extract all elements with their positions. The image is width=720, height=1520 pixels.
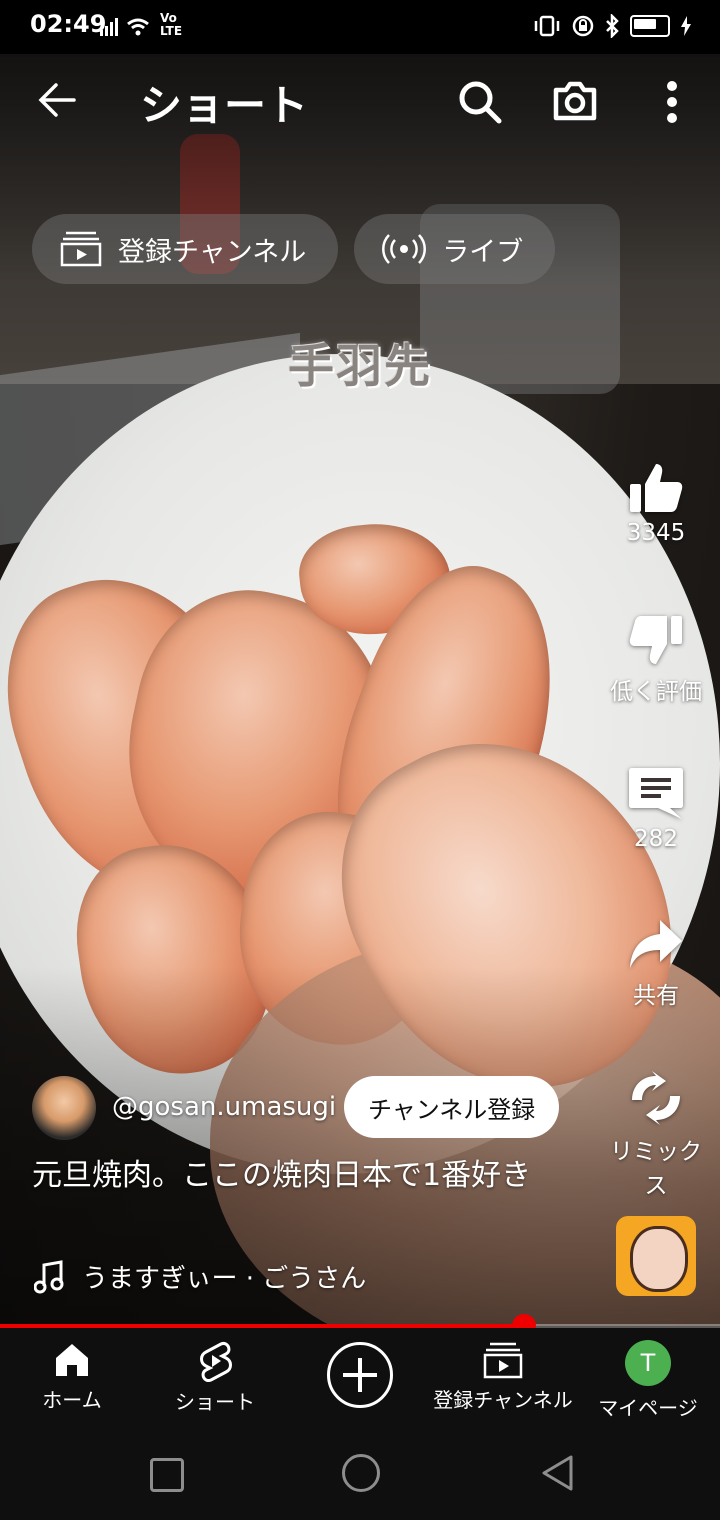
music-note-icon (34, 1259, 64, 1293)
system-navigation (0, 1428, 720, 1520)
video-description[interactable]: 元旦焼肉。ここの焼肉日本で1番好き (32, 1158, 572, 1194)
dislike-button[interactable]: 低く評価 (600, 614, 712, 706)
home-circle-icon[interactable] (342, 1454, 380, 1492)
comments-button[interactable]: 282 (600, 766, 712, 852)
filter-chips: 登録チャンネル ライブ (32, 214, 556, 284)
recents-icon[interactable] (150, 1458, 184, 1492)
subscribe-button[interactable]: チャンネル登録 (344, 1076, 560, 1138)
back-arrow-icon[interactable] (38, 82, 76, 118)
user-avatar: T (625, 1340, 671, 1386)
thumbs-down-icon (629, 616, 682, 664)
nav-home[interactable]: ホーム (0, 1340, 147, 1413)
nav-label: ホーム (42, 1388, 102, 1412)
nav-label: ショート (175, 1390, 255, 1414)
video-caption: 手羽先 (288, 339, 432, 393)
search-icon[interactable] (458, 80, 502, 124)
dislike-label: 低く評価 (610, 679, 702, 705)
nav-shorts[interactable]: ショート (140, 1340, 290, 1415)
thumbs-up-icon (630, 464, 683, 512)
share-icon (630, 920, 682, 968)
share-label: 共有 (633, 983, 679, 1009)
camera-icon[interactable] (552, 80, 598, 122)
music-title: うますぎぃー · ごうさん (82, 1264, 367, 1294)
comment-count: 282 (634, 826, 678, 852)
music-attribution[interactable]: うますぎぃー · ごうさん (34, 1258, 366, 1295)
page-title: ショート (140, 81, 309, 130)
sound-thumbnail[interactable] (616, 1216, 696, 1296)
bluetooth-icon (606, 14, 619, 38)
volte-label: Vo LTE (160, 11, 183, 38)
system-back-icon[interactable] (540, 1454, 574, 1492)
chip-label: ライブ (442, 236, 524, 268)
subscriptions-icon (483, 1342, 523, 1379)
share-button[interactable]: 共有 (600, 918, 712, 1010)
chip-label: 登録チャンネル (118, 236, 307, 268)
battery-icon (630, 15, 670, 37)
home-icon (56, 1344, 88, 1376)
lock-icon (572, 15, 594, 37)
like-count: 3345 (626, 520, 686, 546)
sound-thumbnail-avatar (630, 1226, 688, 1292)
status-bar: 02:49 Vo LTE (0, 0, 720, 54)
subscriptions-icon (60, 231, 102, 267)
shorts-icon (200, 1341, 232, 1382)
status-right-icons (532, 14, 692, 38)
channel-handle[interactable]: @gosan.umasugi (112, 1092, 336, 1122)
comment-icon (629, 768, 683, 819)
chip-live[interactable]: ライブ (354, 214, 556, 284)
nav-label: 登録チャンネル (433, 1388, 573, 1412)
bottom-navigation: ホーム ショート 登録チャンネル T マイページ (0, 1328, 720, 1428)
create-button[interactable] (327, 1342, 393, 1408)
charging-icon (681, 16, 691, 36)
nav-label: マイページ (598, 1396, 698, 1420)
nav-me[interactable]: T マイページ (573, 1340, 720, 1421)
remix-label: リミックス (610, 1139, 702, 1199)
remix-button[interactable]: リミックス (600, 1070, 712, 1200)
remix-icon (632, 1071, 680, 1125)
nav-subscriptions[interactable]: 登録チャンネル (428, 1340, 578, 1413)
like-button[interactable]: 3345 (600, 462, 712, 546)
status-time: 02:49 (30, 10, 107, 38)
more-options-icon[interactable] (660, 78, 684, 126)
chip-subscriptions[interactable]: 登録チャンネル (32, 214, 339, 284)
live-icon (382, 234, 427, 264)
channel-avatar[interactable] (32, 1076, 96, 1140)
vibrate-icon (534, 15, 560, 37)
header: ショート (0, 54, 720, 154)
